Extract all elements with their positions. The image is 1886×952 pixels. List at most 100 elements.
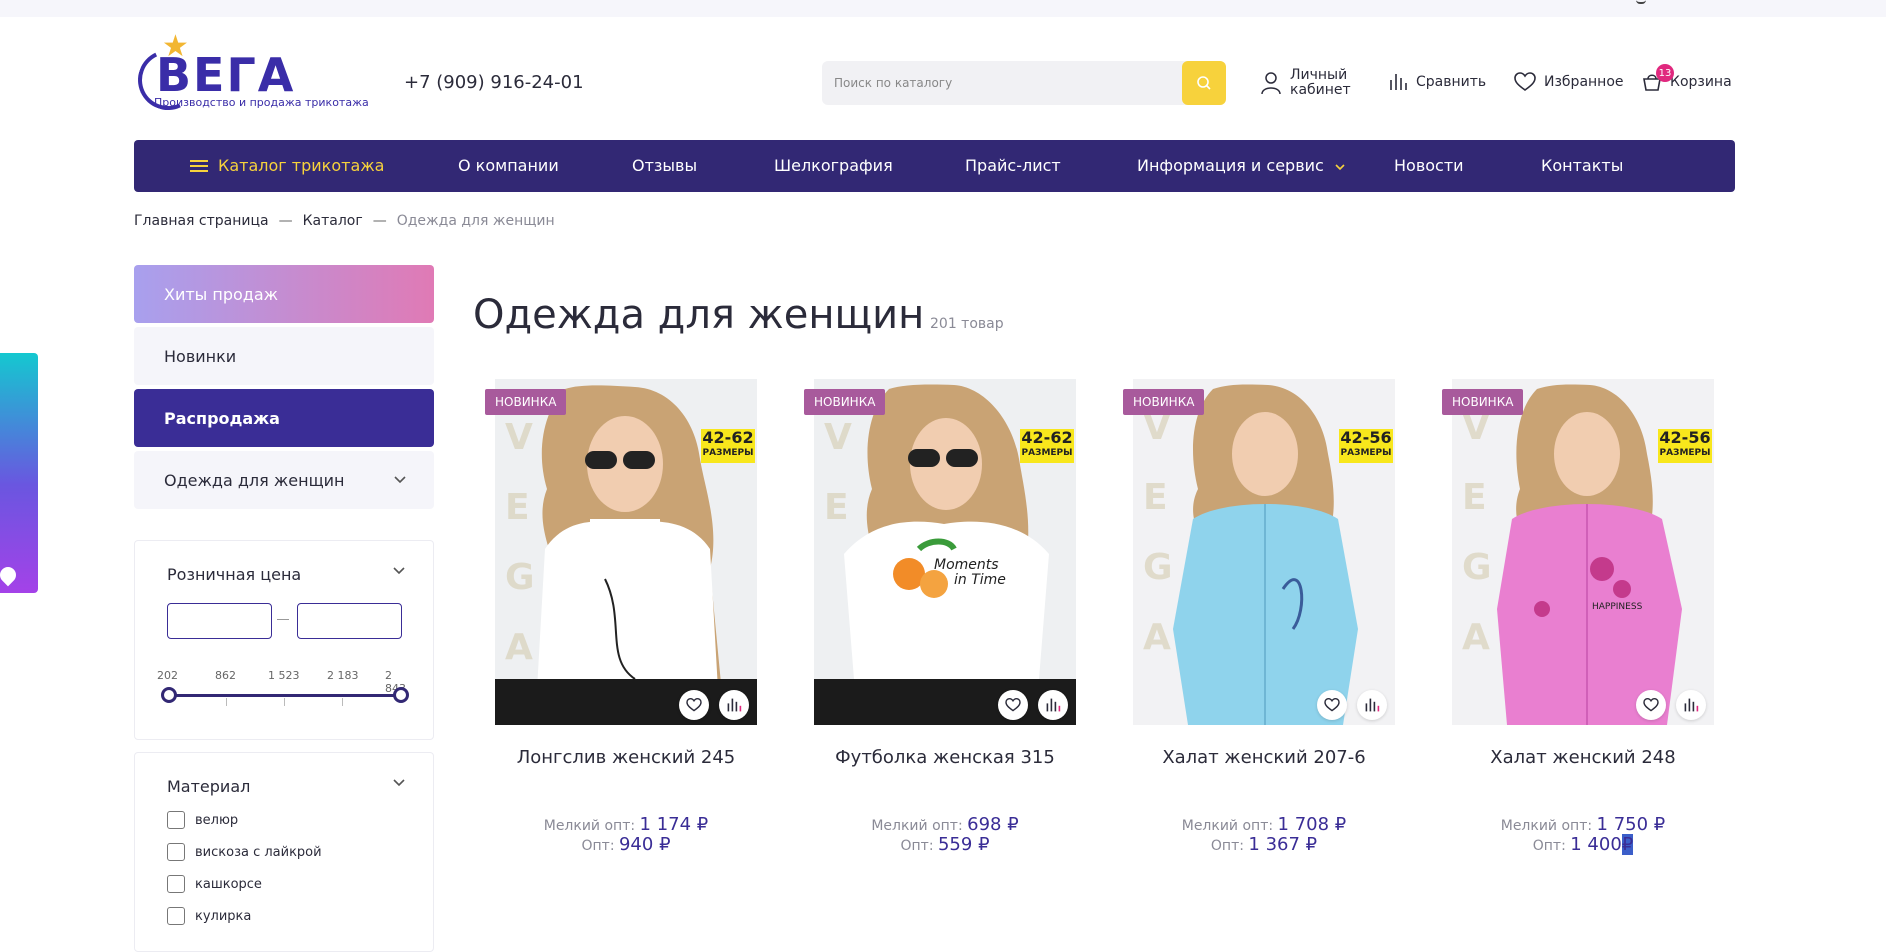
product-image[interactable]: V E G A 42-62 РАЗМЕРЫ	[495, 379, 757, 725]
chat-icon	[0, 563, 20, 587]
account-link[interactable]: Личный кабинет	[1260, 68, 1351, 98]
sizes-range: 42-62	[702, 428, 754, 447]
search-input[interactable]	[822, 61, 1180, 105]
slider-tick-mark	[284, 698, 285, 706]
chevron-down-icon[interactable]	[393, 567, 405, 575]
watermark-letter: A	[1143, 617, 1171, 658]
sizes-label: РАЗМЕРЫ	[1021, 448, 1073, 458]
add-to-compare-button[interactable]	[1038, 690, 1068, 720]
breadcrumb-separator: —	[278, 213, 293, 229]
sizes-badge: 42-62 РАЗМЕРЫ	[701, 429, 755, 463]
product-name[interactable]: Лонгслив женский 245	[495, 747, 757, 768]
material-checkbox[interactable]: кашкорсе	[167, 875, 262, 893]
product-name[interactable]: Футболка женская 315	[814, 747, 1076, 768]
opt-value: 940 ₽	[618, 834, 671, 855]
chevron-down-icon[interactable]	[393, 779, 405, 787]
small-opt-value: 1 174 ₽	[639, 814, 709, 835]
add-to-compare-button[interactable]	[1676, 690, 1706, 720]
add-to-compare-button[interactable]	[719, 690, 749, 720]
small-opt-value: 698 ₽	[967, 814, 1019, 835]
watermark-letter: A	[1462, 617, 1490, 658]
opt-price: Опт: 1 400₽	[1452, 834, 1714, 855]
cart-link[interactable]: 13 Корзина	[1642, 64, 1732, 92]
product-image[interactable]: V E G A 42-56 РАЗМЕРЫ	[1133, 379, 1395, 725]
nav-item-pricelist[interactable]: Прайс-лист	[965, 156, 1061, 175]
logo-wordmark: ВЕГА	[156, 48, 296, 102]
price-max-input[interactable]	[297, 603, 402, 639]
add-to-favorites-button[interactable]	[998, 690, 1028, 720]
breadcrumb-home[interactable]: Главная страница	[134, 213, 269, 229]
breadcrumb-catalog[interactable]: Каталог	[303, 213, 363, 229]
price-tick: 1 523	[268, 669, 300, 682]
nav-item-info[interactable]: Информация и сервис	[1137, 156, 1345, 175]
watermark-letter: E	[824, 487, 849, 528]
compare-label: Сравнить	[1416, 74, 1487, 90]
price-tick: 862	[215, 669, 236, 682]
product-image[interactable]: HAPPINESS V E G A 42-56 РАЗМЕРЫ	[1452, 379, 1714, 725]
chevron-down-icon[interactable]	[1636, 0, 1646, 4]
compare-icon	[1390, 74, 1407, 90]
nav-catalog-label: Каталог трикотажа	[218, 156, 385, 175]
add-to-favorites-button[interactable]	[679, 690, 709, 720]
breadcrumb-current: Одежда для женщин	[396, 213, 555, 229]
side-widget[interactable]	[0, 353, 38, 593]
material-checkbox[interactable]: кулирка	[167, 907, 251, 925]
sidebar-item-sale[interactable]: Распродажа	[134, 389, 434, 447]
favorites-link[interactable]: Избранное	[1514, 72, 1624, 92]
new-badge: НОВИНКА	[1123, 389, 1205, 415]
checkbox[interactable]	[167, 811, 185, 829]
phone-link[interactable]: +7 (909) 916-24-01	[404, 72, 584, 93]
sidebar-item-women[interactable]: Одежда для женщин	[134, 451, 434, 509]
sizes-badge: 42-56 РАЗМЕРЫ	[1658, 429, 1712, 463]
checkbox[interactable]	[167, 843, 185, 861]
nav-item-about[interactable]: О компании	[458, 156, 559, 175]
nav-item-silkscreen[interactable]: Шелкография	[774, 156, 893, 175]
nav-item-reviews[interactable]: Отзывы	[632, 156, 697, 175]
account-label-line1: Личный	[1290, 67, 1348, 83]
material-checkbox[interactable]: вискоза с лайкрой	[167, 843, 322, 861]
slider-tick-mark	[226, 698, 227, 706]
sidebar-item-women-label: Одежда для женщин	[164, 470, 345, 490]
logo[interactable]: ★ ВЕГА Производство и продажа трикотажа	[129, 32, 369, 119]
nav-item-info-label: Информация и сервис	[1137, 156, 1324, 175]
price-min-input[interactable]	[167, 603, 272, 639]
price-slider-min-handle[interactable]	[161, 687, 177, 703]
material-checkbox[interactable]: велюр	[167, 811, 238, 829]
svg-text:Moments: Moments	[934, 557, 999, 573]
product-name[interactable]: Халат женский 207-6	[1133, 747, 1395, 768]
nav-item-news[interactable]: Новости	[1394, 156, 1464, 175]
add-to-favorites-button[interactable]	[1636, 690, 1666, 720]
price-slider-max-handle[interactable]	[393, 687, 409, 703]
checkbox[interactable]	[167, 875, 185, 893]
sizes-badge: 42-62 РАЗМЕРЫ	[1020, 429, 1074, 463]
price-slider-track[interactable]	[169, 694, 401, 697]
material-label: кулирка	[195, 908, 252, 924]
sizes-range: 42-62	[1021, 428, 1073, 447]
nav-item-contacts[interactable]: Контакты	[1541, 156, 1623, 175]
material-filter-title[interactable]: Материал	[167, 777, 250, 796]
watermark-letter: E	[1143, 477, 1168, 518]
small-opt-label: Мелкий опт:	[1181, 818, 1274, 834]
compare-icon	[1365, 698, 1380, 712]
sizes-range: 42-56	[1340, 428, 1392, 447]
opt-price: Опт: 1 367 ₽	[1133, 834, 1395, 855]
compare-link[interactable]: Сравнить	[1388, 72, 1486, 92]
product-name[interactable]: Халат женский 248	[1452, 747, 1714, 768]
favorites-label: Избранное	[1544, 74, 1624, 90]
sidebar-item-new[interactable]: Новинки	[134, 327, 434, 385]
price-filter-title[interactable]: Розничная цена	[167, 565, 301, 584]
product-image[interactable]: Moments in Time V E 42-62 РАЗМЕРЫ	[814, 379, 1076, 725]
new-badge: НОВИНКА	[804, 389, 886, 415]
opt-label: Опт:	[1532, 838, 1566, 854]
compare-icon	[727, 698, 742, 712]
sidebar-item-hits[interactable]: Хиты продаж	[134, 265, 434, 323]
material-filter: Материал велюр вискоза с лайкрой кашкорс…	[134, 752, 434, 952]
add-to-compare-button[interactable]	[1357, 690, 1387, 720]
heart-icon	[1324, 698, 1340, 712]
checkbox[interactable]	[167, 907, 185, 925]
price-filter: Розничная цена 202 862 1 523 2 183 2 843	[134, 540, 434, 740]
search-button[interactable]	[1182, 61, 1226, 105]
svg-text:HAPPINESS: HAPPINESS	[1592, 602, 1643, 612]
add-to-favorites-button[interactable]	[1317, 690, 1347, 720]
nav-catalog[interactable]: Каталог трикотажа	[190, 156, 384, 175]
